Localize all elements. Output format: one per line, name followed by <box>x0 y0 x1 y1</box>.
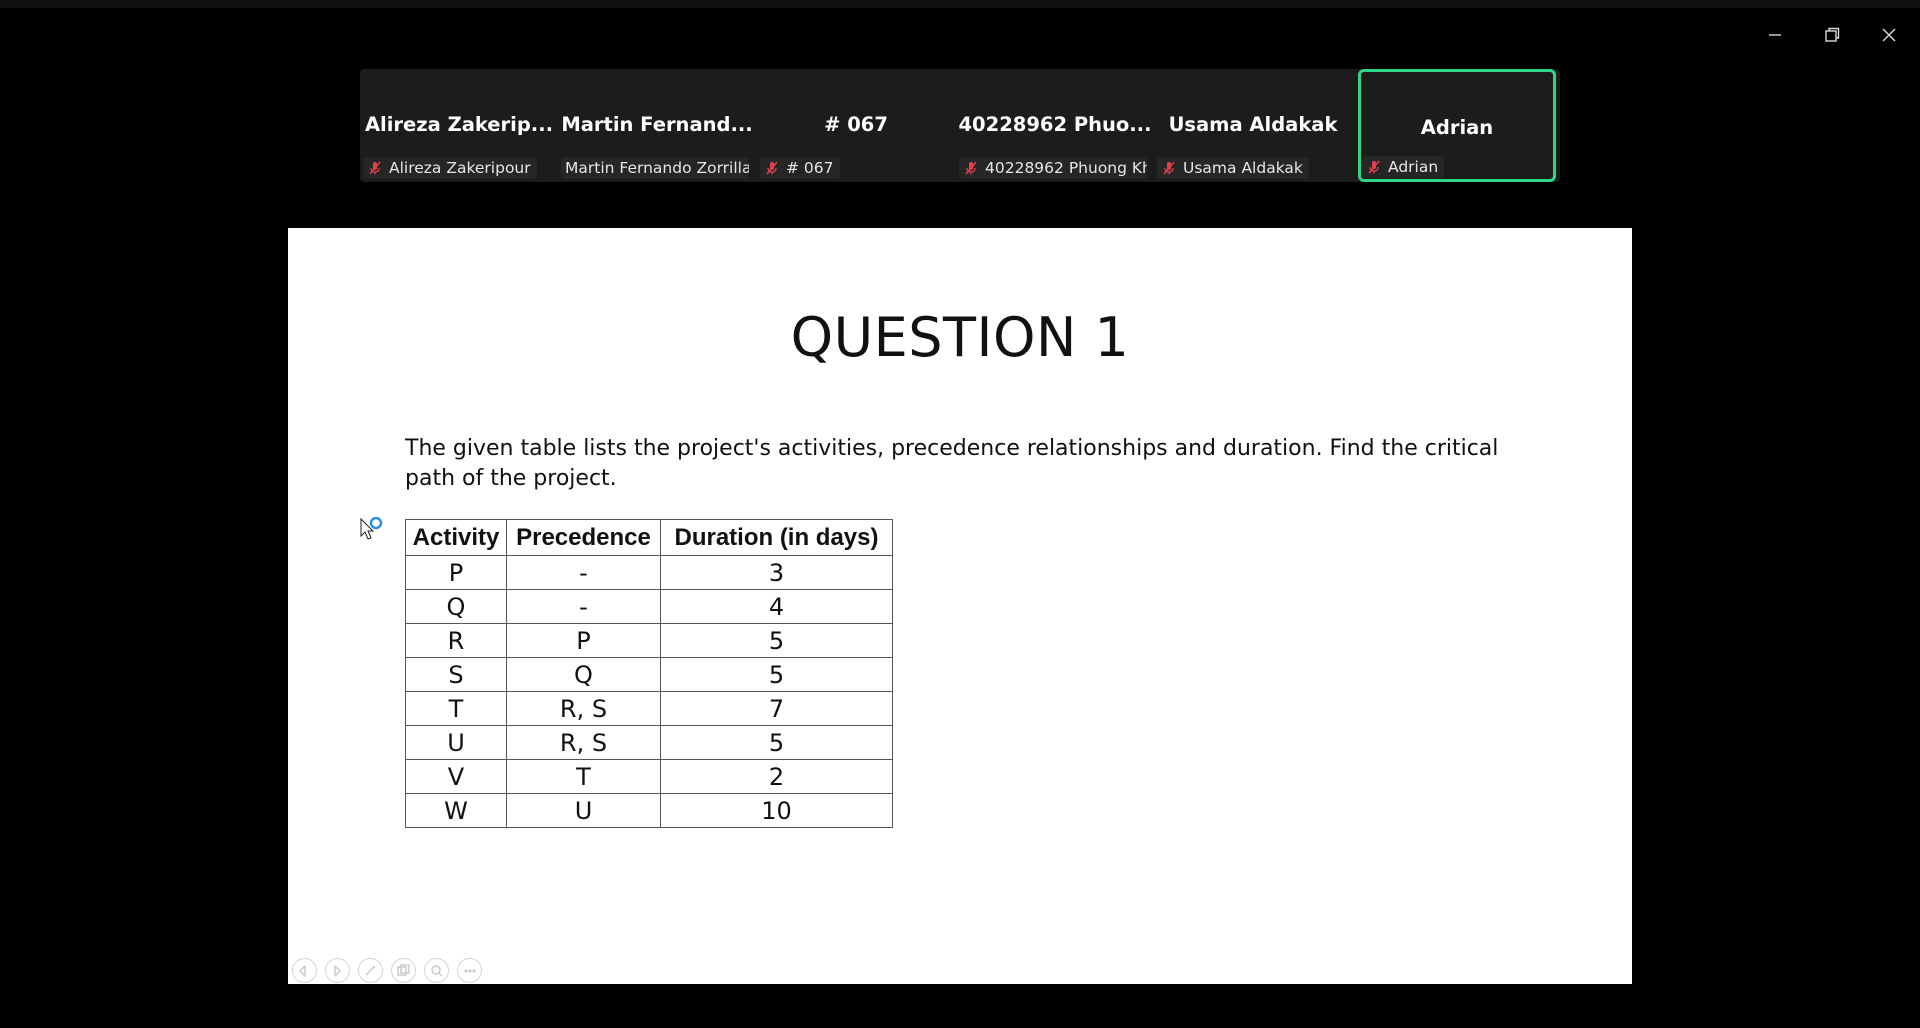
table-cell: T <box>506 759 661 794</box>
next-slide-button[interactable] <box>325 958 350 983</box>
pen-icon <box>365 965 375 975</box>
muted-microphone-icon <box>369 161 381 175</box>
table-cell: Q <box>405 589 507 624</box>
table-row: SQ5 <box>405 657 893 692</box>
table-row: W U 10 <box>405 793 893 828</box>
table-row: RP5 <box>405 623 893 658</box>
table-header-cell: Precedence <box>506 519 661 556</box>
table-row: Q-4 <box>405 589 893 624</box>
participant-name-text: 40228962 Phuong Kh... <box>985 159 1147 177</box>
close-button[interactable] <box>1864 18 1914 52</box>
table-cell: Q <box>506 657 661 692</box>
table-cell: U <box>506 793 661 828</box>
table-cell: 4 <box>660 589 893 624</box>
minimize-button[interactable] <box>1750 18 1800 52</box>
table-cell: P <box>506 623 661 658</box>
table-cell: P <box>405 555 507 590</box>
previous-icon <box>298 964 306 977</box>
participant-tile[interactable]: # 067 # 067 <box>757 69 955 182</box>
participant-name-label: 40228962 Phuong Kh... <box>959 157 1147 179</box>
participant-display-name: Usama Aldakak <box>1168 113 1338 136</box>
more-icon <box>463 968 475 972</box>
slide-description: The given table lists the project's acti… <box>405 436 1499 491</box>
participant-tile[interactable]: Adrian Adrian <box>1358 69 1556 182</box>
minimize-icon <box>1769 34 1781 36</box>
participant-name-text: Adrian <box>1388 158 1439 176</box>
table-cell: T <box>405 691 507 726</box>
table-cell: V <box>405 759 507 794</box>
table-cell: 5 <box>660 725 893 760</box>
window-top-edge <box>0 0 1920 8</box>
table-cell: 7 <box>660 691 893 726</box>
pen-slide-button[interactable] <box>358 958 383 983</box>
participant-tile[interactable]: Martin Fernand... Martin Fernando Zorrill… <box>558 69 756 182</box>
table-cell: - <box>506 555 661 590</box>
slides-slide-button[interactable] <box>391 958 416 983</box>
table-cell: R <box>405 623 507 658</box>
zoom-icon <box>430 964 442 976</box>
muted-microphone-icon <box>1163 161 1175 175</box>
table-cell: 2 <box>660 759 893 794</box>
close-icon <box>1882 28 1896 42</box>
participant-name-text: # 067 <box>786 159 834 177</box>
table-cell: R, S <box>506 725 661 760</box>
participant-name-label: Alireza Zakeripour <box>363 157 537 179</box>
activity-table: Activity Precedence Duration (in days) P… <box>405 519 893 828</box>
shared-slide: QUESTION 1 The given table lists the pro… <box>288 228 1632 984</box>
table-cell: 5 <box>660 623 893 658</box>
restore-button[interactable] <box>1807 18 1857 52</box>
participant-display-name: 40228962 Phuo... <box>958 113 1152 136</box>
participant-name-text: Alireza Zakeripour <box>389 159 531 177</box>
table-cell: R, S <box>506 691 661 726</box>
table-header-cell: Duration (in days) <box>660 519 893 556</box>
participant-display-name: Martin Fernand... <box>561 113 753 136</box>
participant-display-name: Adrian <box>1420 116 1494 139</box>
participant-display-name: # 067 <box>824 113 888 136</box>
participant-tile[interactable]: Usama Aldakak Usama Aldakak <box>1154 69 1352 182</box>
muted-microphone-icon <box>965 161 977 175</box>
table-cell: W <box>405 793 507 828</box>
participant-tile[interactable]: Alireza Zakerip... Alireza Zakeripour <box>360 69 558 182</box>
muted-microphone-icon <box>766 161 778 175</box>
table-cell: - <box>506 589 661 624</box>
table-cell: 3 <box>660 555 893 590</box>
table-cell: S <box>405 657 507 692</box>
more-slide-button[interactable] <box>457 958 482 983</box>
table-cell: U <box>405 725 507 760</box>
table-row: U R, S5 <box>405 725 893 760</box>
participant-name-label: # 067 <box>760 157 840 179</box>
participant-tile[interactable]: 40228962 Phuo... 40228962 Phuong Kh... <box>956 69 1154 182</box>
participant-strip: Alireza Zakerip... Alireza Zakeripour Mart… <box>360 69 1560 182</box>
mouse-cursor-icon <box>360 517 383 540</box>
table-row: P-3 <box>405 555 893 590</box>
participant-name-text: Usama Aldakak <box>1183 159 1303 177</box>
table-cell: 5 <box>660 657 893 692</box>
next-icon <box>333 964 341 977</box>
participant-display-name: Alireza Zakerip... <box>364 113 554 136</box>
slide-title: QUESTION 1 <box>790 306 1130 369</box>
previous-slide-button[interactable] <box>292 958 317 983</box>
participant-name-label: Martin Fernando Zorrilla ... <box>561 157 749 179</box>
table-header-row: Activity Precedence Duration (in days) <box>405 519 893 556</box>
table-header-cell: Activity <box>405 519 507 556</box>
muted-microphone-icon <box>1368 160 1380 174</box>
participant-name-label: Adrian <box>1362 156 1445 178</box>
table-cell: 10 <box>660 793 893 828</box>
restore-icon <box>1825 27 1840 42</box>
slides-icon <box>396 963 410 976</box>
zoom-slide-button[interactable] <box>424 958 449 983</box>
table-body: P -3 Q -4 R P 5 S Q 5 T R, S 7 U R, S 5 V T 2 W U 10 <box>405 555 893 828</box>
participant-name-text: Martin Fernando Zorrilla ... <box>565 159 749 177</box>
participant-name-label: Usama Aldakak <box>1157 157 1309 179</box>
table-row: VT2 <box>405 759 893 794</box>
table-row: T R, S7 <box>405 691 893 726</box>
slide-controls <box>292 958 482 983</box>
